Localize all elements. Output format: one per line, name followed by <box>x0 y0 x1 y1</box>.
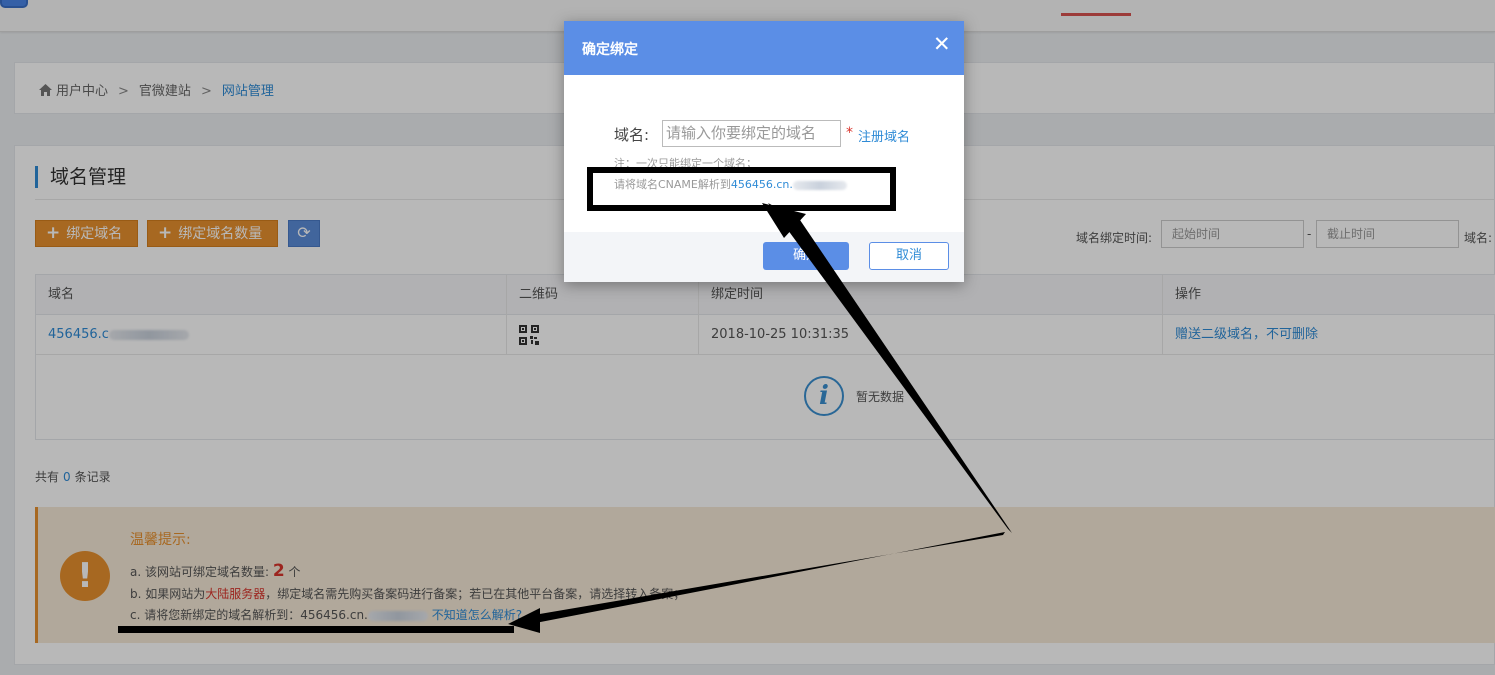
annotation-box <box>587 167 896 211</box>
required-mark: * <box>846 125 853 141</box>
domain-input[interactable]: 请输入你要绑定的域名 <box>662 120 841 147</box>
dialog-header: 确定绑定 ✕ <box>564 21 964 75</box>
close-icon[interactable]: ✕ <box>933 33 951 55</box>
cancel-button[interactable]: 取消 <box>869 242 949 270</box>
dialog-footer: 确定 取消 <box>564 232 964 282</box>
dialog-title: 确定绑定 <box>582 42 638 58</box>
domain-field-label: 域名: <box>614 126 650 144</box>
bind-dialog: 确定绑定 ✕ 域名: 请输入你要绑定的域名 * 注册域名 注：一次只能绑定一个域… <box>564 21 964 282</box>
register-domain-link[interactable]: 注册域名 <box>858 126 910 145</box>
confirm-button[interactable]: 确定 <box>763 242 849 270</box>
